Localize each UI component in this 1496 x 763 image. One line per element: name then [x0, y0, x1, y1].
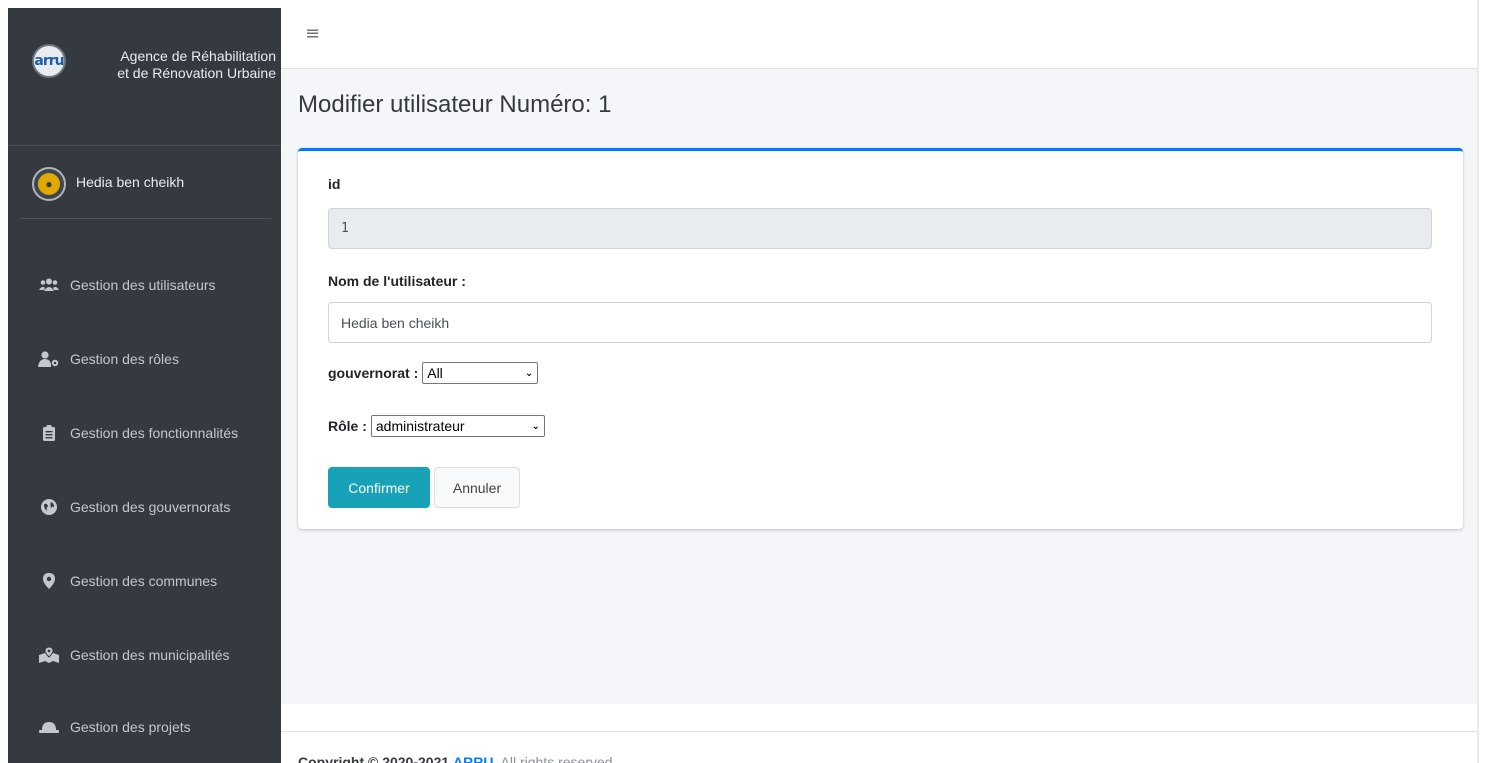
gouvernorat-selected-value: All — [427, 365, 443, 381]
hamburger-menu-icon[interactable]: ≡ — [305, 23, 320, 44]
sidebar-item-label: Gestion des gouvernorats — [70, 499, 231, 515]
sidebar: arru Agence de Réhabilitation et de Réno… — [8, 8, 281, 763]
sidebar-item-label: Gestion des municipalités — [70, 647, 230, 663]
chevron-down-icon: ⌄ — [524, 367, 534, 379]
sidebar-item-label: Gestion des projets — [70, 719, 191, 735]
sidebar-item-label: Gestion des communes — [70, 573, 218, 589]
users-icon — [38, 276, 60, 294]
sidebar-item-utilisateurs[interactable]: Gestion des utilisateurs — [8, 263, 281, 307]
app-frame: arru Agence de Réhabilitation et de Réno… — [0, 0, 1496, 763]
footer: Copyright © 2020-2021 ARRU. All rights r… — [281, 731, 1477, 763]
page-title: Modifier utilisateur Numéro: 1 — [298, 91, 612, 118]
clipboard-list-icon — [38, 424, 60, 442]
user-panel: ● Hedia ben cheikh — [20, 147, 271, 219]
copyright-text: Copyright © 2020-2021 — [298, 754, 450, 763]
footer-text: Copyright © 2020-2021 ARRU. All rights r… — [298, 754, 616, 763]
role-select[interactable]: administrateur ⌄ — [370, 415, 545, 437]
sidebar-item-gouvernorats[interactable]: Gestion des gouvernorats — [8, 485, 281, 529]
role-row: Rôle : administrateur ⌄ — [328, 415, 545, 437]
rights-text: All rights reserved. — [500, 754, 617, 763]
cancel-button[interactable]: Annuler — [434, 467, 520, 508]
sidebar-item-roles[interactable]: Gestion des rôles — [8, 337, 281, 381]
footer-brand-link[interactable]: ARRU. — [453, 754, 497, 763]
top-navbar: ≡ — [281, 8, 1477, 69]
role-selected-value: administrateur — [375, 418, 465, 434]
avatar[interactable]: ● — [32, 167, 66, 201]
gouvernorat-select[interactable]: All ⌄ — [422, 362, 539, 384]
name-label: Nom de l'utilisateur : — [328, 273, 466, 289]
brand-text: Agence de Réhabilitation et de Rénovatio… — [80, 48, 276, 82]
user-cog-icon — [38, 350, 60, 368]
map-marked-icon — [38, 646, 60, 664]
user-name[interactable]: Hedia ben cheikh — [76, 174, 184, 190]
sidebar-item-label: Gestion des fonctionnalités — [70, 425, 239, 441]
map-marker-icon — [38, 572, 60, 590]
name-input[interactable]: Hedia ben cheikh — [328, 302, 1432, 343]
sidebar-item-municipalites[interactable]: Gestion des municipalités — [8, 633, 281, 677]
arru-logo: arru — [32, 44, 66, 78]
gouvernorat-row: gouvernorat : All ⌄ — [328, 362, 539, 384]
gouvernorat-label: gouvernorat : — [328, 365, 419, 381]
id-field: 1 — [328, 208, 1432, 249]
window-edge — [1477, 0, 1479, 763]
confirm-button[interactable]: Confirmer — [328, 467, 430, 508]
brand-link[interactable]: arru Agence de Réhabilitation et de Réno… — [8, 8, 281, 146]
brand-line-2: et de Rénovation Urbaine — [117, 65, 276, 81]
globe-icon — [38, 498, 60, 516]
edit-user-card: id 1 Nom de l'utilisateur : Hedia ben ch… — [298, 148, 1463, 529]
sidebar-item-communes[interactable]: Gestion des communes — [8, 559, 281, 603]
sidebar-item-fonctionnalites[interactable]: Gestion des fonctionnalités — [8, 411, 281, 455]
sidebar-item-projets[interactable]: Gestion des projets — [8, 705, 281, 749]
content-wrapper: Modifier utilisateur Numéro: 1 id 1 Nom … — [281, 69, 1477, 704]
user-icon: ● — [38, 173, 60, 195]
hard-hat-icon — [38, 718, 60, 736]
sidebar-item-label: Gestion des rôles — [70, 351, 179, 367]
brand-line-1: Agence de Réhabilitation — [120, 48, 276, 64]
chevron-down-icon: ⌄ — [531, 420, 540, 432]
id-label: id — [328, 176, 341, 192]
sidebar-item-label: Gestion des utilisateurs — [70, 277, 216, 293]
role-label: Rôle : — [328, 418, 367, 434]
